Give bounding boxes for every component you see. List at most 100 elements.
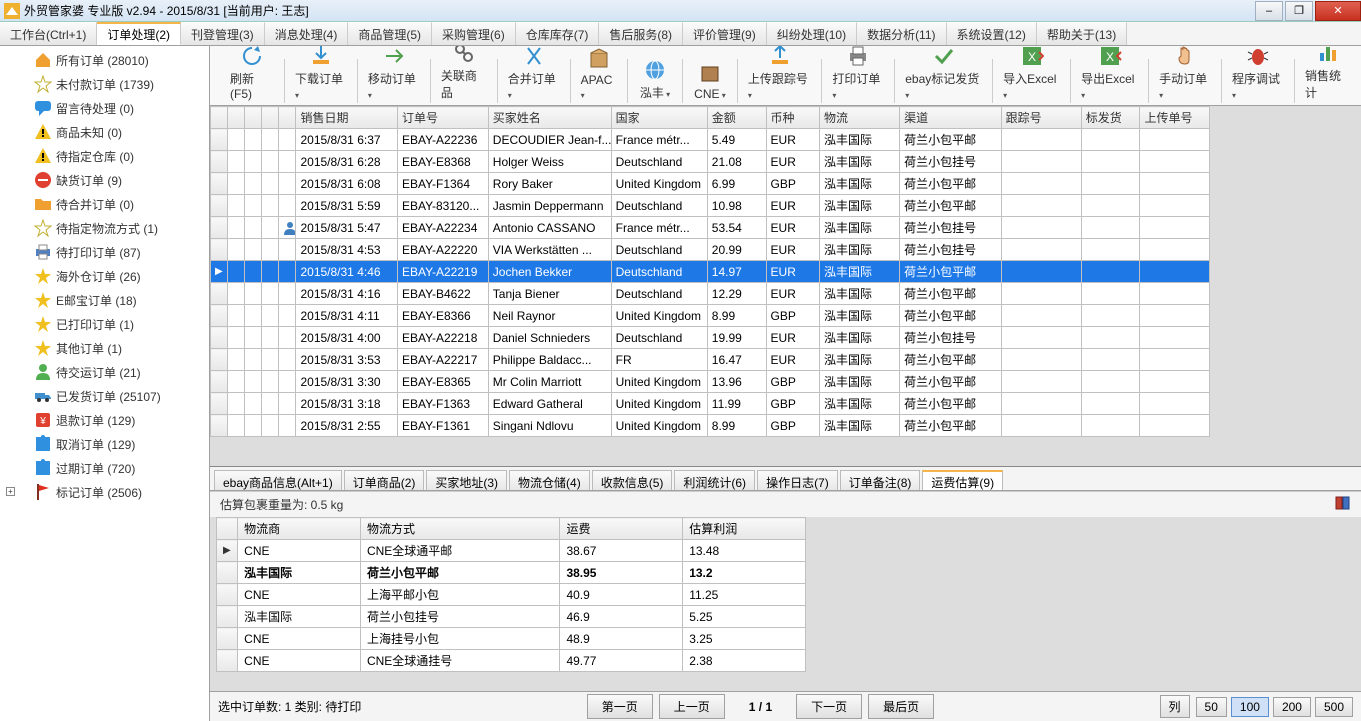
ship-row[interactable]: 泓丰国际荷兰小包挂号46.95.25: [217, 606, 806, 628]
main-tab-0[interactable]: 工作台(Ctrl+1): [0, 22, 97, 45]
ship-header[interactable]: 物流商: [238, 518, 361, 540]
ship-row[interactable]: ▶CNECNE全球通平邮38.6713.48: [217, 540, 806, 562]
main-tab-8[interactable]: 评价管理(9): [683, 22, 767, 45]
toolbar-bug[interactable]: 程序调试: [1224, 46, 1292, 103]
detail-tab-0[interactable]: ebay商品信息(Alt+1): [214, 470, 342, 490]
detail-tab-2[interactable]: 买家地址(3): [426, 470, 507, 490]
toolbar-box[interactable]: APAC: [573, 46, 625, 103]
shipping-cost-grid[interactable]: 物流商物流方式运费估算利润▶CNECNE全球通平邮38.6713.48泓丰国际荷…: [216, 517, 806, 672]
close-button[interactable]: ✕: [1315, 1, 1361, 21]
toolbar-excel-in[interactable]: X导入Excel: [995, 46, 1068, 103]
sidebar-item-5[interactable]: 缺货订单 (9): [0, 168, 209, 192]
detail-tab-4[interactable]: 收款信息(5): [592, 470, 673, 490]
sidebar-item-9[interactable]: 海外仓订单 (26): [0, 264, 209, 288]
ship-header[interactable]: 运费: [560, 518, 683, 540]
toolbar-excel-out[interactable]: X导出Excel: [1073, 46, 1146, 103]
table-row[interactable]: 2015/8/31 4:16EBAY-B4622Tanja BienerDeut…: [211, 283, 1210, 305]
table-row[interactable]: 2015/8/31 4:11EBAY-E8366Neil RaynorUnite…: [211, 305, 1210, 327]
table-row[interactable]: 2015/8/31 3:53EBAY-A22217Philippe Baldac…: [211, 349, 1210, 371]
main-tab-4[interactable]: 商品管理(5): [348, 22, 432, 45]
detail-tab-3[interactable]: 物流仓储(4): [509, 470, 590, 490]
table-row[interactable]: 2015/8/31 3:30EBAY-E8365Mr Colin Marriot…: [211, 371, 1210, 393]
sidebar-item-3[interactable]: 商品未知 (0): [0, 120, 209, 144]
sidebar-item-7[interactable]: 待指定物流方式 (1): [0, 216, 209, 240]
toolbar-merge[interactable]: 合并订单: [500, 46, 568, 103]
maximize-button[interactable]: ❐: [1285, 1, 1313, 21]
sidebar-item-15[interactable]: ¥退款订单 (129): [0, 408, 209, 432]
grid-header[interactable]: 买家姓名: [488, 107, 611, 129]
ship-row[interactable]: CNECNE全球通挂号49.772.38: [217, 650, 806, 672]
book-icon[interactable]: [1335, 496, 1351, 510]
sidebar-item-2[interactable]: 留言待处理 (0): [0, 96, 209, 120]
page-size-500[interactable]: 500: [1315, 697, 1353, 717]
page-size-100[interactable]: 100: [1231, 697, 1269, 717]
table-row[interactable]: 2015/8/31 4:00EBAY-A22218Daniel Schniede…: [211, 327, 1210, 349]
sidebar-item-17[interactable]: 过期订单 (720): [0, 456, 209, 480]
grid-header[interactable]: 销售日期: [296, 107, 398, 129]
first-page-button[interactable]: 第一页: [587, 694, 653, 719]
table-row[interactable]: 2015/8/31 5:47EBAY-A22234Antonio CASSANO…: [211, 217, 1210, 239]
sidebar-item-0[interactable]: 所有订单 (28010): [0, 48, 209, 72]
last-page-button[interactable]: 最后页: [868, 694, 934, 719]
grid-header[interactable]: 标发货: [1081, 107, 1140, 129]
expand-icon[interactable]: +: [6, 487, 15, 496]
toolbar-link[interactable]: 关联商品: [433, 46, 495, 103]
main-tab-5[interactable]: 采购管理(6): [432, 22, 516, 45]
sidebar-item-8[interactable]: 待打印订单 (87): [0, 240, 209, 264]
table-row[interactable]: 2015/8/31 2:55EBAY-F1361Singani NdlovuUn…: [211, 415, 1210, 437]
main-tab-1[interactable]: 订单处理(2): [97, 22, 181, 45]
ship-header[interactable]: 物流方式: [360, 518, 560, 540]
prev-page-button[interactable]: 上一页: [659, 694, 725, 719]
sidebar-item-16[interactable]: 取消订单 (129): [0, 432, 209, 456]
toolbar-download[interactable]: 下载订单: [287, 46, 355, 103]
sidebar-item-4[interactable]: 待指定仓库 (0): [0, 144, 209, 168]
grid-header[interactable]: 物流: [819, 107, 899, 129]
main-tab-7[interactable]: 售后服务(8): [599, 22, 683, 45]
ship-row[interactable]: CNE上海平邮小包40.911.25: [217, 584, 806, 606]
detail-tab-5[interactable]: 利润统计(6): [674, 470, 755, 490]
main-tab-10[interactable]: 数据分析(11): [857, 22, 946, 45]
sidebar-item-10[interactable]: E邮宝订单 (18): [0, 288, 209, 312]
table-row[interactable]: 2015/8/31 6:08EBAY-F1364Rory BakerUnited…: [211, 173, 1210, 195]
sidebar-item-6[interactable]: 待合并订单 (0): [0, 192, 209, 216]
ship-row[interactable]: 泓丰国际荷兰小包平邮38.9513.2: [217, 562, 806, 584]
table-row[interactable]: 2015/8/31 4:53EBAY-A22220VIA Werkstätten…: [211, 239, 1210, 261]
sidebar-item-12[interactable]: 其他订单 (1): [0, 336, 209, 360]
grid-header[interactable]: 金额: [707, 107, 766, 129]
page-size-200[interactable]: 200: [1273, 697, 1311, 717]
sidebar-item-11[interactable]: 已打印订单 (1): [0, 312, 209, 336]
toolbar-upload[interactable]: 上传跟踪号: [740, 46, 819, 103]
toolbar-print[interactable]: 打印订单: [824, 46, 892, 103]
sidebar-item-13[interactable]: 待交运订单 (21): [0, 360, 209, 384]
main-tab-3[interactable]: 消息处理(4): [265, 22, 349, 45]
sidebar-item-1[interactable]: 未付款订单 (1739): [0, 72, 209, 96]
table-row[interactable]: 2015/8/31 3:18EBAY-F1363Edward GatheralU…: [211, 393, 1210, 415]
grid-header[interactable]: 上传单号: [1140, 107, 1210, 129]
grid-header[interactable]: 币种: [766, 107, 819, 129]
minimize-button[interactable]: –: [1255, 1, 1283, 21]
table-row[interactable]: 2015/8/31 5:59EBAY-83120...Jasmin Depper…: [211, 195, 1210, 217]
table-row[interactable]: 2015/8/31 6:37EBAY-A22236DECOUDIER Jean-…: [211, 129, 1210, 151]
main-tab-6[interactable]: 仓库库存(7): [516, 22, 600, 45]
toolbar-hand[interactable]: 手动订单: [1151, 46, 1219, 103]
grid-header[interactable]: 订单号: [397, 107, 488, 129]
toolbar-globe[interactable]: 泓丰: [630, 56, 680, 103]
grid-header[interactable]: 跟踪号: [1001, 107, 1081, 129]
toolbar-refresh[interactable]: 刷新(F5): [222, 46, 282, 103]
table-row[interactable]: ▶ 2015/8/31 4:46EBAY-A22219Jochen Bekker…: [211, 261, 1210, 283]
table-row[interactable]: 2015/8/31 6:28EBAY-E8368Holger WeissDeut…: [211, 151, 1210, 173]
toolbar-chart[interactable]: 销售统计: [1297, 46, 1359, 103]
page-size-50[interactable]: 50: [1196, 697, 1227, 717]
detail-tab-1[interactable]: 订单商品(2): [344, 470, 425, 490]
detail-tab-6[interactable]: 操作日志(7): [757, 470, 838, 490]
detail-tab-7[interactable]: 订单备注(8): [840, 470, 921, 490]
main-tab-2[interactable]: 刊登管理(3): [181, 22, 265, 45]
ship-row[interactable]: CNE上海挂号小包48.93.25: [217, 628, 806, 650]
grid-header[interactable]: 国家: [611, 107, 707, 129]
toolbar-box2[interactable]: CNE: [685, 59, 735, 103]
toolbar-check[interactable]: ebay标记发货: [897, 46, 990, 103]
columns-button[interactable]: 列: [1160, 695, 1190, 718]
main-tab-12[interactable]: 帮助关于(13): [1037, 22, 1127, 45]
order-grid[interactable]: 销售日期订单号买家姓名国家金额币种物流渠道跟踪号标发货上传单号 2015/8/3…: [210, 106, 1210, 437]
toolbar-move[interactable]: 移动订单: [360, 46, 428, 103]
